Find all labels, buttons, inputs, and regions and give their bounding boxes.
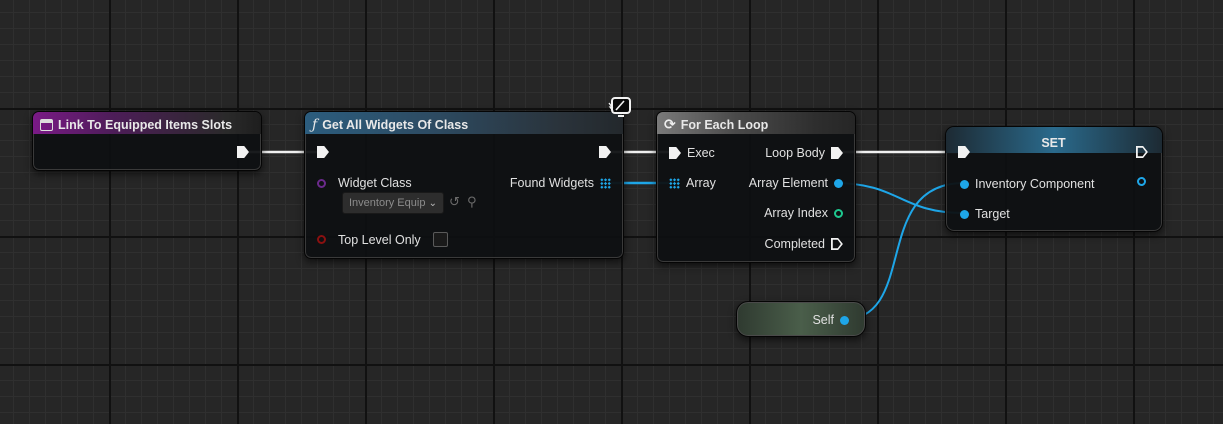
set-node-title: SET	[1041, 136, 1066, 150]
loop-body-pin[interactable]: Loop Body	[765, 146, 843, 160]
exec-out-hollow-icon[interactable]	[831, 238, 843, 250]
array-element-pin[interactable]: Array Element	[749, 176, 843, 190]
get-all-widgets-header[interactable]: ƒ Get All Widgets Of Class	[305, 112, 623, 134]
top-level-only-label: Top Level Only	[338, 232, 421, 247]
for-each-loop-title: For Each Loop	[680, 117, 769, 132]
get-widgets-exec-in-pin[interactable]	[317, 146, 329, 158]
search-icon[interactable]: ⚲	[467, 194, 477, 210]
inventory-component-label: Inventory Component	[975, 177, 1095, 191]
loop-icon: ⟳	[664, 116, 676, 132]
get-all-widgets-node[interactable]: ƒ Get All Widgets Of Class Widget Class …	[304, 111, 624, 259]
object-pin-icon[interactable]	[840, 315, 849, 325]
array-index-pin[interactable]: Array Index	[764, 206, 843, 220]
array-pin-icon[interactable]	[600, 177, 611, 189]
for-each-loop-node[interactable]: ⟳ For Each Loop Exec Array Loop Body Arr…	[656, 111, 856, 263]
int-pin-icon[interactable]	[834, 208, 843, 218]
object-pin-icon[interactable]	[834, 178, 843, 188]
inventory-component-out-pin[interactable]	[1137, 177, 1146, 186]
self-label: Self	[812, 313, 834, 327]
target-pin[interactable]: Target	[960, 207, 1010, 221]
event-node-title: Link To Equipped Items Slots	[58, 117, 233, 132]
widget-class-pin[interactable]: Widget Class	[317, 176, 412, 190]
widget-class-dropdown[interactable]: Inventory Equip ⌄	[342, 192, 444, 214]
exec-out-icon[interactable]	[237, 146, 249, 158]
browse-back-icon[interactable]: ↺	[449, 194, 460, 210]
chevron-down-icon: ⌄	[428, 197, 437, 209]
event-node-header[interactable]: Link To Equipped Items Slots	[33, 112, 261, 134]
top-level-only-checkbox[interactable]	[432, 232, 448, 247]
get-all-widgets-title: Get All Widgets Of Class	[322, 117, 469, 132]
widget-class-label: Widget Class	[338, 176, 412, 190]
inventory-component-pin[interactable]: Inventory Component	[960, 177, 1095, 191]
set-exec-out-pin[interactable]	[1136, 146, 1148, 158]
completed-pin[interactable]: Completed	[765, 237, 843, 251]
event-node[interactable]: Link To Equipped Items Slots	[32, 111, 262, 171]
object-pin-out-icon[interactable]	[1137, 177, 1146, 186]
exec-in-icon[interactable]	[958, 146, 970, 158]
array-label: Array	[686, 176, 716, 190]
for-each-exec-pin[interactable]: Exec	[669, 146, 715, 160]
completed-label: Completed	[764, 237, 825, 251]
array-element-label: Array Element	[748, 176, 828, 190]
bool-pin-icon[interactable]	[317, 235, 326, 244]
event-icon	[40, 118, 53, 131]
for-each-array-pin[interactable]: Array	[669, 176, 716, 190]
class-pin-icon[interactable]	[317, 178, 326, 188]
exec-out-icon[interactable]	[831, 147, 843, 159]
self-out-pin[interactable]: Self	[812, 313, 849, 327]
set-node[interactable]: SET Inventory Component Target	[945, 126, 1163, 232]
for-each-loop-header[interactable]: ⟳ For Each Loop	[657, 112, 855, 134]
exec-out-hollow-icon[interactable]	[1136, 146, 1148, 158]
get-widgets-exec-out-pin[interactable]	[599, 146, 611, 158]
event-exec-out-pin[interactable]	[237, 146, 249, 158]
exec-label: Exec	[687, 146, 715, 160]
widget-class-value: Inventory Equip	[349, 197, 426, 209]
found-widgets-pin[interactable]: Found Widgets	[510, 176, 611, 190]
exec-out-icon[interactable]	[599, 146, 611, 158]
exec-in-icon[interactable]	[317, 146, 329, 158]
self-node[interactable]: Self	[736, 301, 866, 337]
monitor-icon	[608, 97, 632, 119]
loop-body-label: Loop Body	[765, 146, 825, 160]
exec-in-icon[interactable]	[669, 147, 681, 159]
set-node-header[interactable]: SET	[946, 127, 1162, 153]
array-pin-icon[interactable]	[669, 177, 680, 189]
function-f-icon: ƒ	[312, 116, 318, 133]
top-level-only-pin[interactable]: Top Level Only	[317, 232, 448, 247]
object-pin-icon[interactable]	[960, 179, 969, 189]
set-exec-in-pin[interactable]	[958, 146, 970, 158]
target-label: Target	[975, 207, 1010, 221]
object-pin-icon[interactable]	[960, 209, 969, 219]
found-widgets-label: Found Widgets	[509, 176, 594, 190]
array-index-label: Array Index	[764, 206, 828, 220]
